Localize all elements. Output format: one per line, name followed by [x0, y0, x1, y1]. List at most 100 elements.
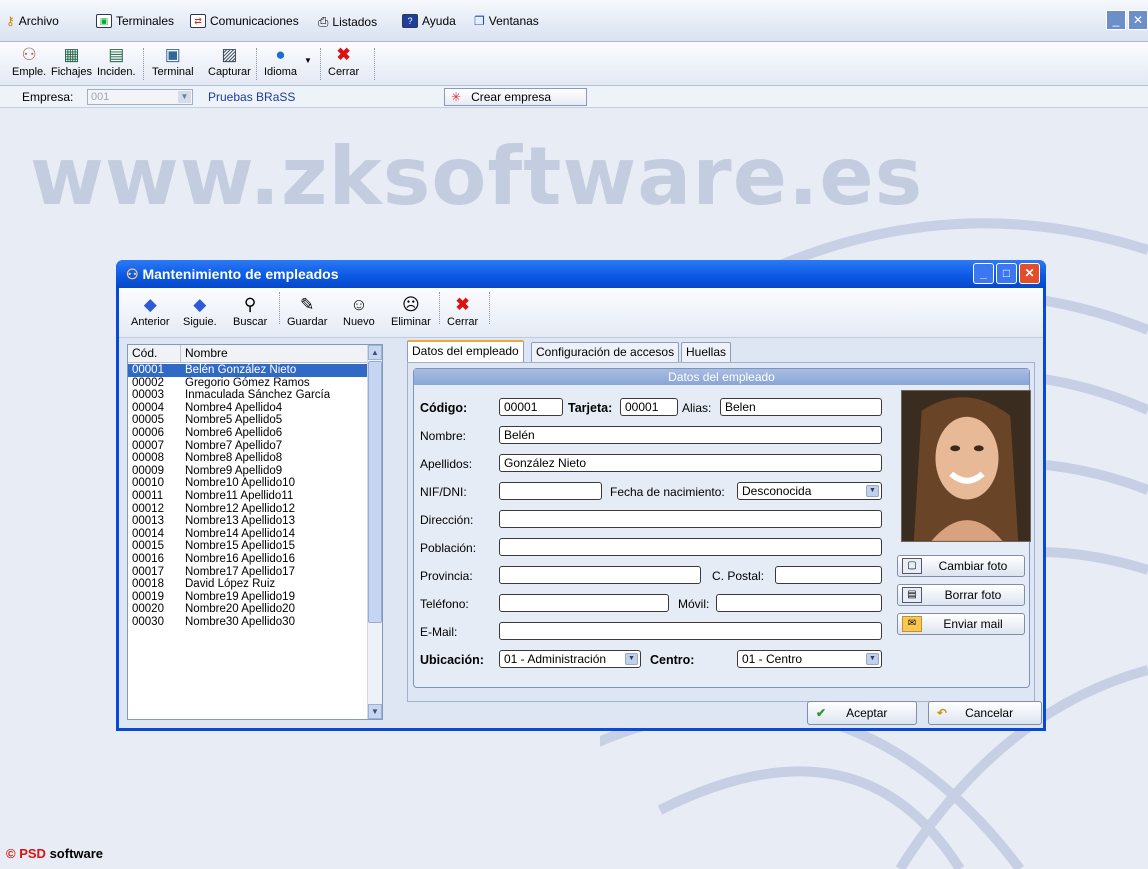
- table-row[interactable]: 00014 Nombre14 Apellido14: [128, 528, 368, 541]
- column-header-nombre[interactable]: Nombre: [180, 345, 228, 362]
- emple-button[interactable]: ⚇ Emple.: [12, 44, 46, 78]
- fichajes-button[interactable]: ▦ Fichajes: [51, 44, 92, 78]
- employee-list[interactable]: Cód. Nombre 00001 Belén González Nieto 000…: [127, 344, 383, 720]
- tab-huellas[interactable]: Huellas: [681, 342, 732, 362]
- table-row[interactable]: 00013 Nombre13 Apellido13: [128, 515, 368, 528]
- empresa-combo[interactable]: 001 ▼: [87, 89, 193, 105]
- table-row[interactable]: 00003 Inmaculada Sánchez García: [128, 389, 368, 402]
- row-nombre: Gregorio Gómez Ramos: [185, 376, 310, 389]
- minimize-icon[interactable]: _: [973, 263, 994, 284]
- nif-field[interactable]: [499, 482, 602, 500]
- dialog-titlebar[interactable]: ⚇ Mantenimiento de empleados _ □ ✕: [116, 260, 1046, 288]
- cancelar-button[interactable]: ↶ Cancelar: [928, 701, 1042, 725]
- menu-comunicaciones[interactable]: ⇄ Comunicaciones: [190, 14, 299, 28]
- close-icon[interactable]: ✕: [1128, 10, 1148, 30]
- column-header-codigo[interactable]: Cód.: [132, 345, 157, 362]
- minimize-icon[interactable]: _: [1106, 10, 1126, 30]
- maximize-icon[interactable]: □: [996, 263, 1017, 284]
- row-codigo: 00005: [132, 414, 164, 427]
- dialog-toolbar: ◆ Anterior ◆ Siguie. ⚲ Buscar ✎ Guardar ☺ Nue…: [119, 288, 1043, 338]
- table-row[interactable]: 00019 Nombre19 Apellido19: [128, 591, 368, 604]
- menu-terminales[interactable]: ▣ Terminales: [96, 14, 174, 28]
- chevron-down-icon[interactable]: ▼: [304, 56, 312, 65]
- capturar-button[interactable]: ▨ Capturar: [208, 44, 251, 78]
- telefono-field[interactable]: [499, 594, 669, 612]
- tab-configuracion-accesos[interactable]: Configuración de accesos: [531, 342, 680, 362]
- cpostal-field[interactable]: [775, 566, 882, 584]
- buscar-button[interactable]: ⚲ Buscar: [233, 294, 267, 328]
- cerrar-dialog-button[interactable]: ✖ Cerrar: [447, 294, 478, 328]
- chevron-down-icon[interactable]: ▼: [625, 653, 638, 665]
- telefono-label: Teléfono:: [420, 597, 469, 611]
- nuevo-button[interactable]: ☺ Nuevo: [343, 294, 375, 328]
- table-row[interactable]: 00006 Nombre6 Apellido6: [128, 427, 368, 440]
- menu-listados[interactable]: ⎙ Listados: [318, 14, 377, 30]
- anterior-button[interactable]: ◆ Anterior: [131, 294, 170, 328]
- empresa-name: Pruebas BRaSS: [208, 90, 296, 104]
- terminal-button[interactable]: ▣ Terminal: [152, 44, 194, 78]
- table-row[interactable]: 00016 Nombre16 Apellido16: [128, 553, 368, 566]
- table-row[interactable]: 00009 Nombre9 Apellido9: [128, 465, 368, 478]
- fecha-nacimiento-select[interactable]: Desconocida ▼: [737, 482, 882, 500]
- chevron-down-icon[interactable]: ▼: [178, 91, 191, 103]
- incidents-icon: ▤: [108, 45, 125, 64]
- idioma-button[interactable]: ● Idioma: [264, 44, 297, 78]
- ubicacion-select[interactable]: 01 - Administración ▼: [499, 650, 641, 668]
- menu-ventanas[interactable]: ❐ Ventanas: [474, 14, 539, 28]
- apellidos-field[interactable]: González Nieto: [499, 454, 882, 472]
- scroll-down-icon[interactable]: ▼: [368, 704, 382, 719]
- list-scrollbar[interactable]: ▲ ▼: [367, 345, 382, 719]
- tarjeta-field[interactable]: 00001: [620, 398, 678, 416]
- guardar-button[interactable]: ✎ Guardar: [287, 294, 327, 328]
- cambiar-foto-button[interactable]: ▢ Cambiar foto: [897, 555, 1025, 577]
- enviar-mail-button[interactable]: ✉ Enviar mail: [897, 613, 1025, 635]
- email-field[interactable]: [499, 622, 882, 640]
- crear-empresa-button[interactable]: ✳ Crear empresa: [444, 88, 587, 106]
- chevron-down-icon[interactable]: ▼: [866, 485, 879, 497]
- table-row[interactable]: 00002 Gregorio Gómez Ramos: [128, 377, 368, 390]
- table-row[interactable]: 00011 Nombre11 Apellido11: [128, 490, 368, 503]
- table-row[interactable]: 00017 Nombre17 Apellido17: [128, 566, 368, 579]
- alias-field[interactable]: Belen: [720, 398, 882, 416]
- provincia-field[interactable]: [499, 566, 701, 584]
- centro-select[interactable]: 01 - Centro ▼: [737, 650, 882, 668]
- row-codigo: 00007: [132, 439, 164, 452]
- close-icon[interactable]: ✕: [1019, 263, 1040, 284]
- table-row[interactable]: 00030 Nombre30 Apellido30: [128, 616, 368, 629]
- row-codigo: 00004: [132, 401, 164, 414]
- nombre-field[interactable]: Belén: [499, 426, 882, 444]
- siguiente-button[interactable]: ◆ Siguie.: [183, 294, 217, 328]
- new-company-icon: ✳: [451, 90, 462, 104]
- tab-datos-empleado[interactable]: Datos del empleado: [407, 340, 524, 362]
- row-nombre: Nombre9 Apellido9: [185, 464, 283, 477]
- table-row[interactable]: 00015 Nombre15 Apellido15: [128, 540, 368, 553]
- table-row[interactable]: 00018 David López Ruiz: [128, 578, 368, 591]
- menu-archivo[interactable]: ⚷ Archivo: [6, 14, 59, 28]
- direccion-field[interactable]: [499, 510, 882, 528]
- table-row[interactable]: 00005 Nombre5 Apellido5: [128, 414, 368, 427]
- codigo-field[interactable]: 00001: [499, 398, 563, 416]
- cerrar-button[interactable]: ✖ Cerrar: [328, 44, 359, 78]
- row-nombre: Nombre15 Apellido15: [185, 540, 295, 553]
- table-row[interactable]: 00020 Nombre20 Apellido20: [128, 603, 368, 616]
- aceptar-button[interactable]: ✔ Aceptar: [807, 701, 917, 725]
- row-codigo: 00001: [132, 364, 164, 376]
- row-codigo: 00030: [132, 616, 164, 628]
- table-row[interactable]: 00001 Belén González Nieto: [128, 364, 368, 377]
- menu-ayuda[interactable]: ? Ayuda: [402, 14, 456, 28]
- eliminar-button[interactable]: ☹ Eliminar: [391, 294, 431, 328]
- row-codigo: 00002: [132, 376, 164, 389]
- table-row[interactable]: 00008 Nombre8 Apellido8: [128, 452, 368, 465]
- toolbar-separator: [279, 292, 280, 324]
- chevron-down-icon[interactable]: ▼: [866, 653, 879, 665]
- scroll-thumb[interactable]: [368, 361, 382, 623]
- scroll-up-icon[interactable]: ▲: [368, 345, 382, 360]
- movil-field[interactable]: [716, 594, 882, 612]
- table-row[interactable]: 00007 Nombre7 Apellido7: [128, 440, 368, 453]
- inciden-button[interactable]: ▤ Inciden.: [97, 44, 136, 78]
- table-row[interactable]: 00004 Nombre4 Apellido4: [128, 402, 368, 415]
- borrar-foto-button[interactable]: ▤ Borrar foto: [897, 584, 1025, 606]
- poblacion-field[interactable]: [499, 538, 882, 556]
- table-row[interactable]: 00010 Nombre10 Apellido10: [128, 477, 368, 490]
- table-row[interactable]: 00012 Nombre12 Apellido12: [128, 503, 368, 516]
